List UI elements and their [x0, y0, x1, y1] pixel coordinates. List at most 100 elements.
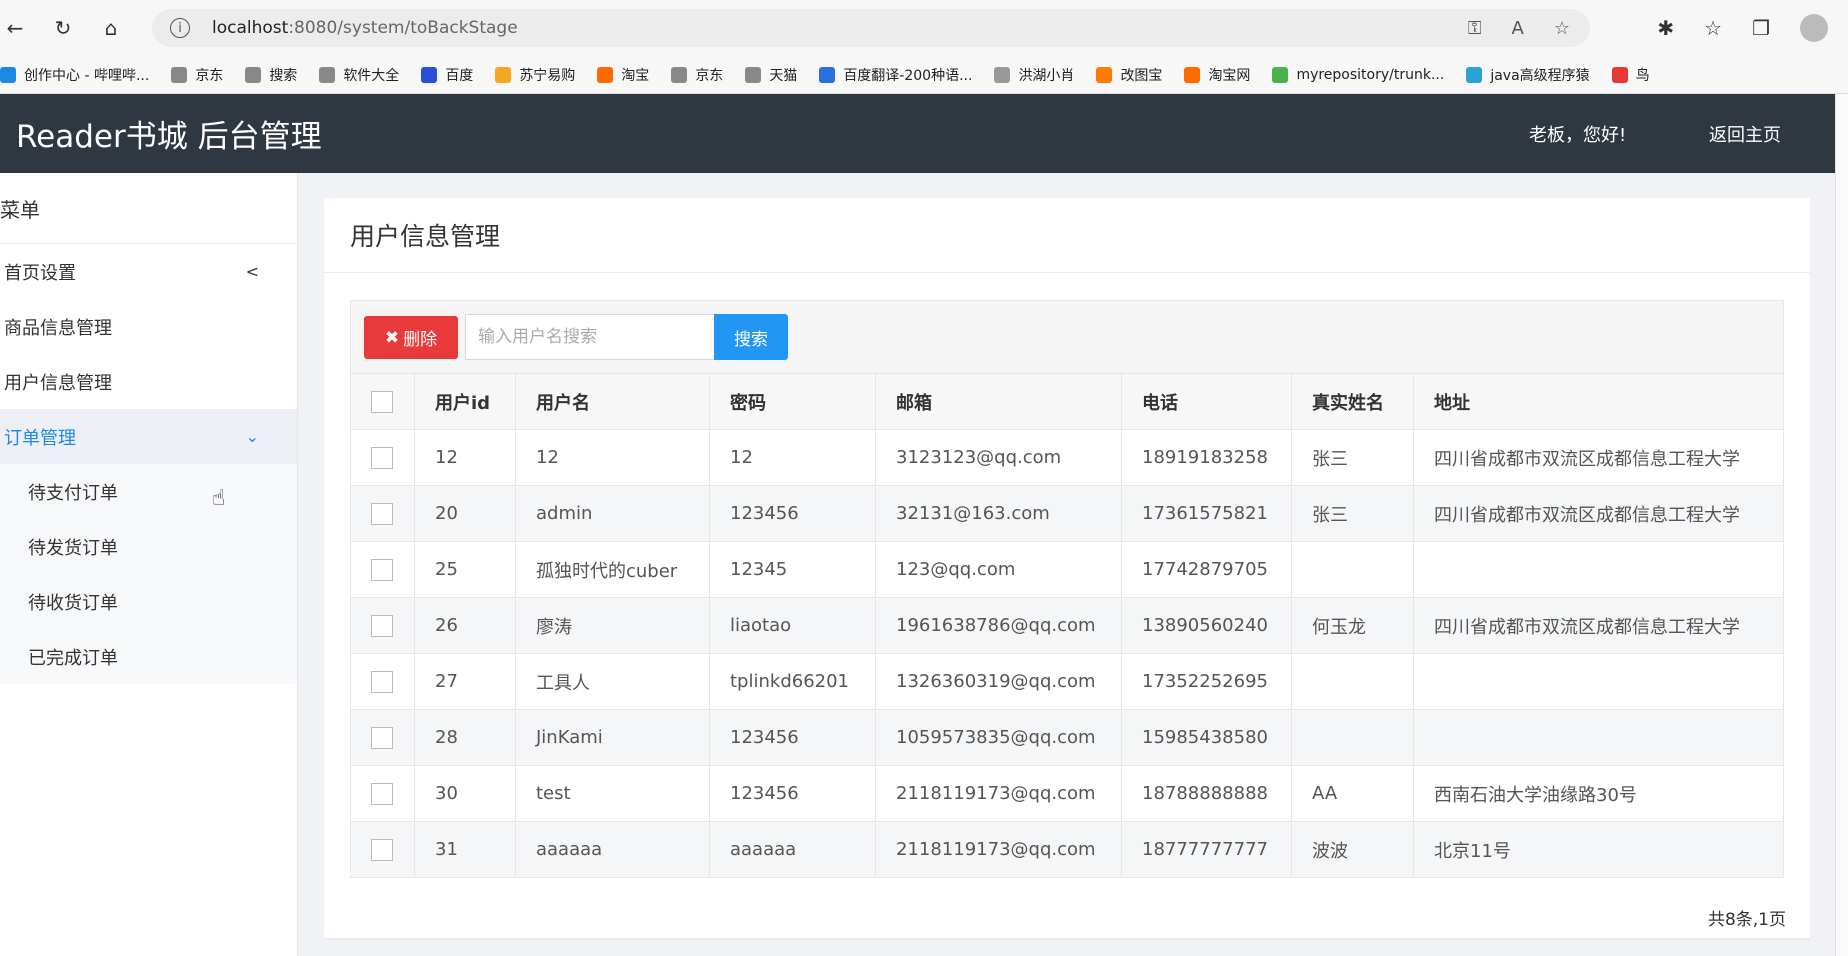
bookmark-label: 改图宝: [1120, 67, 1163, 84]
sidebar-item-label: 用户信息管理: [4, 372, 112, 394]
bookmark-item[interactable]: 京东: [171, 65, 223, 85]
cell-email: 1961638786@qq.com: [875, 597, 1122, 654]
table-row: 12 12 12 3123123@qq.com 18919183258 张三 四川省成都市双…: [350, 429, 1784, 486]
bookmark-item[interactable]: 淘宝: [597, 65, 649, 85]
row-checkbox[interactable]: [371, 670, 393, 693]
bookmark-favicon-icon: [1272, 66, 1289, 83]
browser-toolbar: ← ↻ ⌂ i localhost:8080/system/toBackStag…: [0, 0, 1848, 56]
sidebar-item-home-settings[interactable]: 首页设置 <: [0, 244, 297, 299]
row-checkbox[interactable]: [371, 502, 393, 525]
table-row: 25 孤独时代的cuber 12345 123@qq.com 17742879705: [350, 541, 1784, 598]
read-aloud-icon[interactable]: A: [1512, 18, 1524, 39]
bookmark-item[interactable]: 洪湖小肖: [994, 65, 1074, 85]
select-all-checkbox[interactable]: [371, 390, 393, 413]
app-header: Reader书城 后台管理 老板，您好! 返回主页: [0, 94, 1835, 173]
collections-icon[interactable]: ❐: [1752, 16, 1770, 40]
bookmark-favicon-icon: [1184, 66, 1201, 83]
cell-user-id: 31: [414, 821, 516, 878]
app-title: Reader书城 后台管理: [16, 119, 322, 155]
favorites-icon[interactable]: ☆: [1704, 16, 1722, 40]
extensions-icon[interactable]: ✱: [1657, 16, 1674, 40]
row-checkbox[interactable]: [371, 782, 393, 805]
header-user-id: 用户id: [414, 373, 516, 430]
sidebar-item-label: 商品信息管理: [4, 317, 112, 339]
cell-address: [1413, 709, 1784, 766]
cell-username: 工具人: [515, 653, 710, 710]
profile-avatar[interactable]: [1800, 14, 1828, 42]
cell-user-id: 28: [414, 709, 516, 766]
bookmark-item[interactable]: 淘宝网: [1184, 65, 1250, 85]
cell-phone: 18777777777: [1121, 821, 1292, 878]
cell-username: admin: [515, 485, 710, 542]
bookmark-item[interactable]: 软件大全: [319, 65, 399, 85]
bookmark-favicon-icon: [171, 66, 188, 83]
bookmark-label: 天猫: [769, 67, 798, 84]
row-checkbox[interactable]: [371, 558, 393, 581]
cell-phone: 13890560240: [1121, 597, 1292, 654]
header-phone: 电话: [1121, 373, 1292, 430]
cell-username: JinKami: [515, 709, 710, 766]
cell-password: 123456: [709, 765, 876, 822]
cell-username: 廖涛: [515, 597, 710, 654]
bookmark-item[interactable]: 京东: [671, 65, 723, 85]
bookmark-item[interactable]: 天猫: [745, 65, 797, 85]
bookmark-label: 百度: [445, 67, 474, 84]
bookmark-label: 苏宁易购: [519, 67, 576, 84]
bookmark-favicon-icon: [1466, 66, 1483, 83]
back-home-link[interactable]: 返回主页: [1709, 121, 1781, 147]
favorite-star-icon[interactable]: ☆: [1554, 18, 1570, 39]
key-icon[interactable]: ⚿: [1468, 18, 1482, 39]
pagination-summary: 共8条,1页: [1707, 910, 1786, 930]
row-checkbox[interactable]: [371, 614, 393, 637]
cell-password: 12: [709, 429, 876, 486]
row-checkbox[interactable]: [371, 726, 393, 749]
sidebar-subitem-pending-shipment[interactable]: 待发货订单: [0, 519, 297, 574]
sidebar-item-orders[interactable]: 订单管理 ⌄: [0, 409, 297, 464]
url-path: :8080/system/toBackStage: [288, 18, 518, 38]
row-checkbox[interactable]: [371, 446, 393, 469]
address-bar[interactable]: i localhost:8080/system/toBackStage ⚿ A …: [152, 9, 1590, 47]
cell-user-id: 20: [414, 485, 516, 542]
sidebar-subitem-pending-payment[interactable]: 待支付订单: [0, 464, 297, 519]
bookmark-item[interactable]: 百度: [421, 65, 473, 85]
search-button[interactable]: 搜索: [714, 314, 788, 360]
bookmark-item[interactable]: 创作中心 - 哔哩哔...: [0, 65, 149, 85]
sidebar-subitem-pending-receipt[interactable]: 待收货订单: [0, 574, 297, 629]
bookmark-favicon-icon: [421, 66, 438, 83]
bookmark-item[interactable]: 改图宝: [1096, 65, 1162, 85]
users-table: 用户id 用户名 密码 邮箱 电话 真实姓名 地址 12 12 12 3123123@…: [350, 373, 1784, 878]
bookmark-favicon-icon: [994, 66, 1011, 83]
bookmark-label: 创作中心 - 哔哩哔...: [24, 67, 150, 84]
sidebar-item-products[interactable]: 商品信息管理: [0, 299, 297, 354]
bookmark-item[interactable]: 苏宁易购: [495, 65, 575, 85]
table-row: 20 admin 123456 32131@163.com 17361575821 张三四…: [350, 485, 1784, 542]
back-arrow-icon[interactable]: ←: [0, 13, 30, 43]
bookmark-item[interactable]: 百度翻译-200种语...: [819, 65, 972, 85]
sidebar-item-label: 首页设置: [4, 262, 76, 284]
cell-email: 123@qq.com: [875, 541, 1122, 598]
url-host: localhost: [212, 18, 289, 38]
cell-username: aaaaaa: [515, 821, 710, 878]
search-input[interactable]: [465, 314, 715, 360]
cell-user-id: 26: [414, 597, 516, 654]
page-title: 用户信息管理: [324, 198, 1810, 273]
cell-password: aaaaaa: [709, 821, 876, 878]
bookmark-favicon-icon: [597, 66, 614, 83]
delete-button-label: 删除: [403, 330, 438, 350]
page-scrollbar[interactable]: [1835, 94, 1848, 956]
info-icon[interactable]: i: [170, 18, 190, 38]
cell-password: 123456: [709, 709, 876, 766]
delete-button[interactable]: ✖ 删除: [364, 316, 458, 359]
sidebar-subitem-completed[interactable]: 已完成订单: [0, 629, 297, 684]
bookmark-item[interactable]: 搜索: [245, 65, 297, 85]
cell-password: 123456: [709, 485, 876, 542]
bookmark-item[interactable]: java高级程序猿: [1466, 65, 1590, 85]
bookmark-item[interactable]: 鸟: [1611, 65, 1650, 85]
cell-real-name: 何玉龙: [1291, 597, 1414, 654]
bookmark-item[interactable]: myrepository/trunk...: [1272, 66, 1444, 83]
home-icon[interactable]: ⌂: [96, 13, 126, 43]
bookmark-favicon-icon: [245, 66, 262, 83]
sidebar-item-users[interactable]: 用户信息管理: [0, 354, 297, 409]
row-checkbox[interactable]: [371, 838, 393, 861]
reload-icon[interactable]: ↻: [48, 13, 78, 43]
